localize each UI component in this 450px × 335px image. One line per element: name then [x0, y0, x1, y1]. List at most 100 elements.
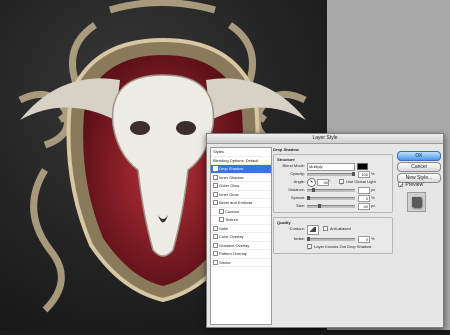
anti-aliased-label: Anti-aliased	[329, 226, 351, 231]
shadow-color-swatch[interactable]	[357, 163, 368, 170]
preview-thumbnail	[407, 192, 426, 212]
preview-checkbox[interactable]: ✓	[398, 182, 403, 189]
opacity-slider[interactable]	[307, 172, 355, 176]
style-item-checkbox[interactable]	[213, 200, 218, 206]
noise-input[interactable]: 0	[358, 236, 370, 243]
style-item-checkbox[interactable]	[213, 234, 218, 240]
knockout-label: Layer Knocks Out Drop Shadow	[314, 244, 372, 249]
style-item-label: Inner Shadow	[219, 174, 244, 180]
style-item[interactable]: Blending Options: Default	[211, 157, 271, 165]
distance-label: Distance:	[288, 187, 305, 192]
style-item-label: Gradient Overlay	[219, 242, 250, 248]
opacity-label: Opacity:	[290, 171, 305, 176]
opacity-input[interactable]: 100	[358, 171, 370, 178]
style-item-checkbox[interactable]: ✓	[213, 166, 218, 173]
layer-style-dialog: Layer Style Styles Blending Options: Defa…	[206, 133, 444, 328]
style-item-label: Pattern Overlay	[219, 251, 247, 256]
use-global-light-checkbox[interactable]: ✓	[339, 179, 344, 186]
styles-list: Styles Blending Options: Default ✓ Drop Sha…	[210, 147, 272, 325]
spread-input[interactable]: 0	[358, 195, 370, 202]
panel-title: Drop Shadow	[273, 147, 299, 152]
style-item-checkbox[interactable]	[213, 225, 218, 231]
style-item[interactable]: Satin	[211, 225, 271, 233]
angle-row: Angle: 30 ° ✓ Use Global Light	[277, 178, 389, 187]
distance-row: Distance: px	[277, 186, 389, 194]
drop-shadow-panel: Drop Shadow Structure Blend Mode: Multip…	[273, 147, 393, 254]
style-item[interactable]: Inner Shadow	[211, 174, 271, 182]
distance-slider[interactable]	[307, 188, 355, 192]
angle-input[interactable]: 30	[317, 179, 329, 186]
style-item[interactable]: Color Overlay	[211, 233, 271, 242]
quality-group: Quality Contour: Anti-aliased Noise: 0 %…	[273, 217, 393, 254]
style-item-checkbox[interactable]	[213, 242, 218, 248]
use-global-light-label: Use Global Light	[346, 179, 376, 184]
style-item-checkbox[interactable]	[219, 208, 224, 214]
noise-slider[interactable]	[307, 237, 355, 241]
anti-aliased-checkbox[interactable]	[323, 226, 328, 232]
size-input[interactable]: 40	[358, 203, 370, 210]
spread-slider-knob[interactable]	[307, 196, 310, 200]
style-item[interactable]: Inner Glow	[211, 191, 271, 199]
knockout-checkbox[interactable]: ✓	[307, 244, 312, 251]
size-label: Size:	[296, 203, 305, 208]
style-item-label: Stroke	[219, 259, 231, 265]
style-item[interactable]: Gradient Overlay	[211, 242, 271, 250]
spread-label: Spread:	[290, 195, 305, 200]
dialog-title: Layer Style	[207, 134, 443, 144]
style-item[interactable]: Texture	[211, 216, 271, 225]
style-item-checkbox[interactable]	[213, 259, 218, 265]
style-item-checkbox[interactable]	[213, 191, 218, 197]
style-item[interactable]: Pattern Overlay	[211, 250, 271, 259]
style-item-label: Bevel and Emboss	[219, 200, 253, 205]
angle-unit: °	[329, 179, 331, 184]
blend-mode-row: Blend Mode: Multiply	[277, 162, 389, 171]
size-slider-knob[interactable]	[318, 204, 322, 208]
style-item[interactable]: Contour	[211, 208, 271, 216]
style-item-label: Satin	[219, 225, 229, 231]
style-item-label: Blending Options: Default	[213, 157, 259, 163]
noise-row: Noise: 0 %	[277, 235, 389, 243]
noise-label: Noise:	[293, 236, 305, 241]
style-item-checkbox[interactable]	[213, 183, 218, 189]
preview-label: Preview	[405, 182, 424, 188]
opacity-row: Opacity: 100 %	[277, 170, 389, 178]
noise-slider-knob[interactable]	[307, 237, 310, 241]
style-item-label: Drop Shadow	[219, 166, 244, 171]
style-item-label: Texture	[225, 217, 239, 222]
anti-aliased: Anti-aliased	[323, 225, 351, 233]
size-slider[interactable]	[307, 204, 355, 208]
style-item-label: Color Overlay	[219, 234, 244, 239]
style-item-label: Contour	[225, 208, 240, 214]
style-item[interactable]: ✓ Drop Shadow	[211, 165, 271, 174]
preview-toggle: ✓ Preview	[398, 182, 424, 189]
structure-group: Structure Blend Mode: Multiply Opacity: …	[273, 154, 393, 213]
angle-label: Angle:	[293, 179, 305, 184]
contour-label: Contour:	[289, 226, 305, 231]
size-row: Size: 40 px	[277, 202, 389, 210]
style-item[interactable]: Outer Glow	[211, 182, 271, 191]
style-item-label: Outer Glow	[219, 183, 240, 188]
style-item[interactable]: Bevel and Emboss	[211, 199, 271, 208]
style-item-checkbox[interactable]	[213, 251, 218, 257]
cancel-button[interactable]: Cancel	[397, 162, 441, 172]
opacity-unit: %	[371, 171, 375, 176]
spread-row: Spread: 0 %	[277, 194, 389, 202]
style-item[interactable]: Stroke	[211, 259, 271, 267]
contour-picker[interactable]	[307, 225, 319, 235]
spread-slider[interactable]	[307, 196, 355, 200]
ok-button[interactable]: OK	[397, 151, 441, 161]
style-item-label: Styles	[213, 149, 224, 154]
distance-unit: px	[371, 187, 376, 192]
style-item-label: Inner Glow	[219, 191, 239, 197]
use-global-light: ✓ Use Global Light	[339, 178, 376, 186]
distance-input[interactable]	[358, 187, 370, 194]
knockout-row: ✓ Layer Knocks Out Drop Shadow	[277, 243, 389, 251]
style-item-checkbox[interactable]	[219, 217, 224, 223]
style-item-checkbox[interactable]	[213, 174, 218, 180]
contour-row: Contour: Anti-aliased	[277, 225, 389, 235]
blend-mode-label: Blend Mode:	[282, 163, 305, 168]
style-item[interactable]: Styles	[211, 148, 271, 157]
opacity-slider-knob[interactable]	[352, 172, 355, 176]
size-unit: px	[371, 203, 376, 208]
distance-slider-knob[interactable]	[311, 188, 315, 192]
